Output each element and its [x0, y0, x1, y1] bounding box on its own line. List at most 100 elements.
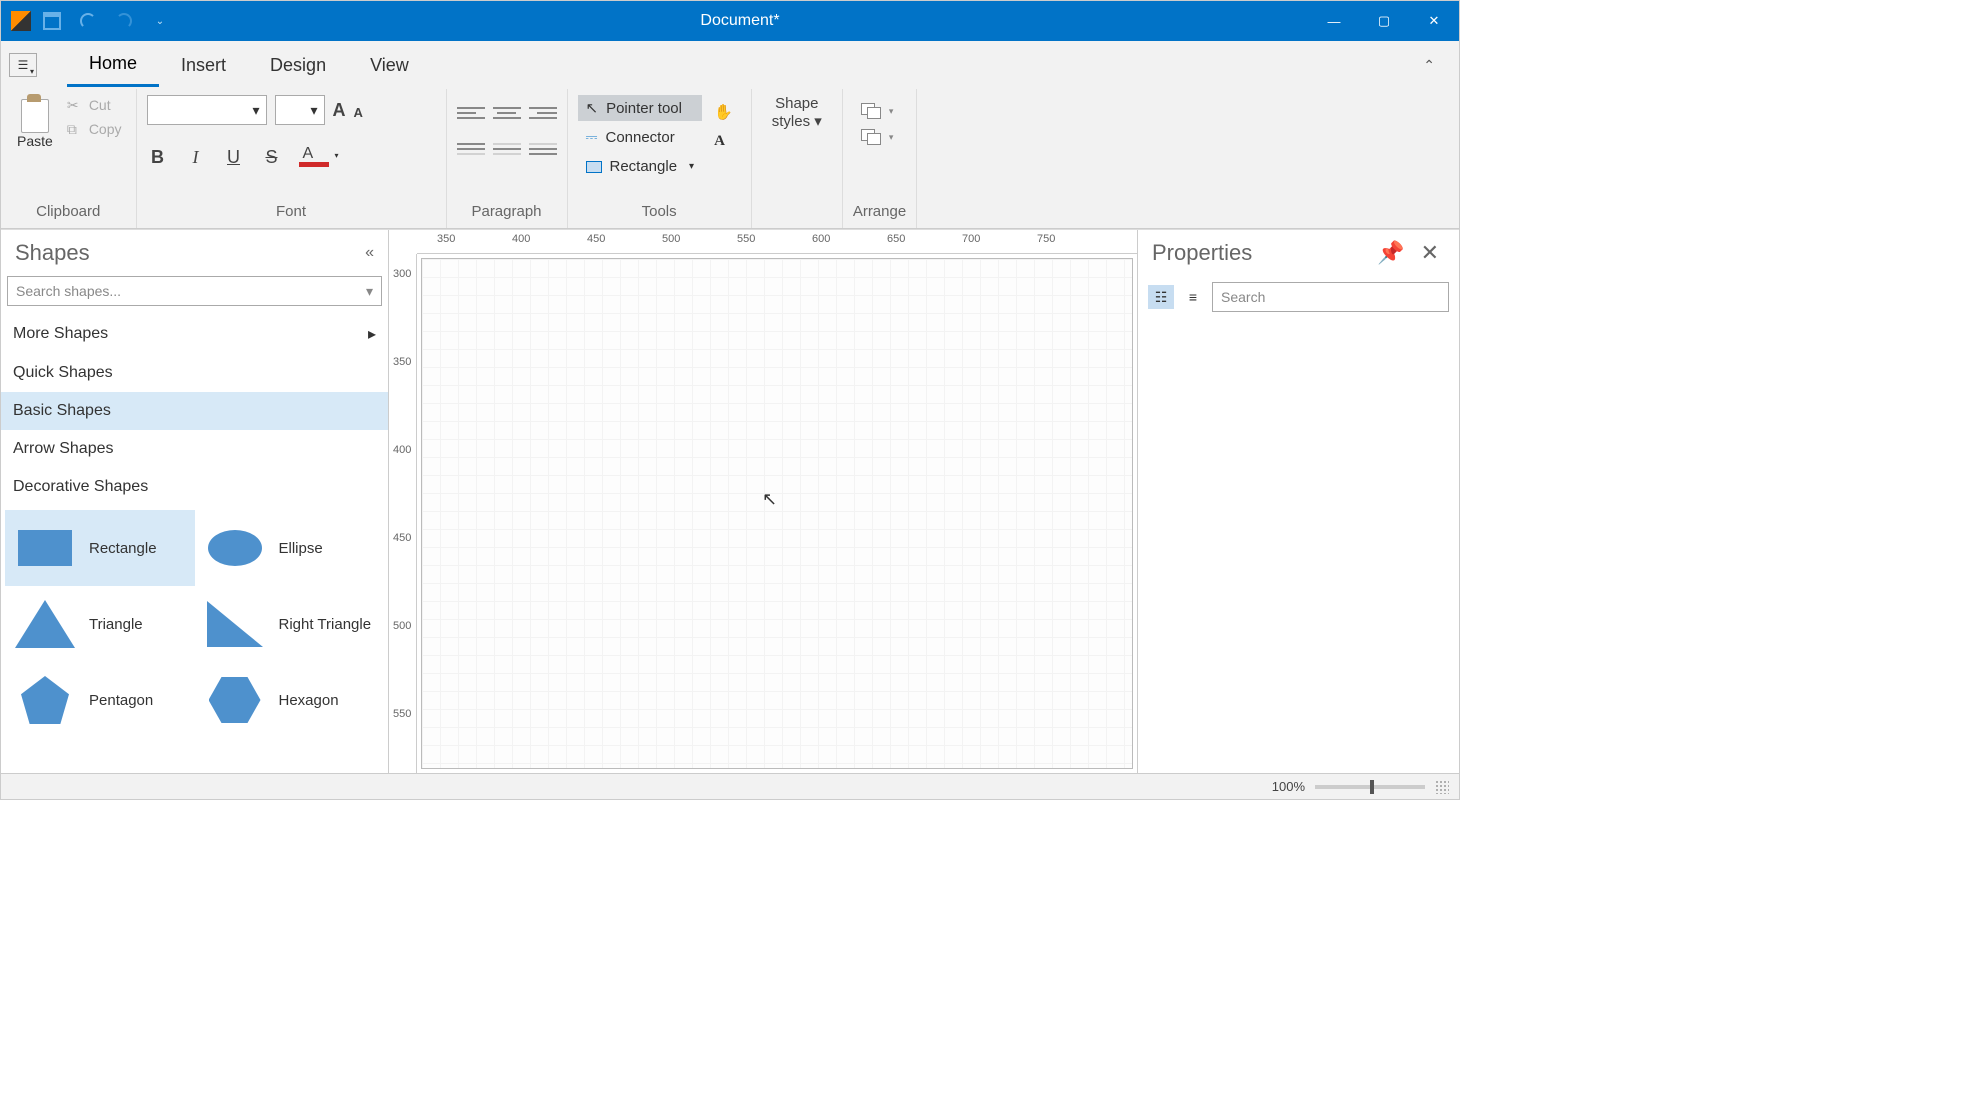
paste-button[interactable]: Paste	[11, 95, 59, 153]
rectangle-tool-button[interactable]: Rectangle▾	[578, 154, 703, 179]
undo-button[interactable]	[77, 10, 99, 32]
category-basic-shapes[interactable]: Basic Shapes	[1, 392, 388, 430]
align-right-button[interactable]	[529, 107, 557, 135]
main-area: Shapes « Search shapes...▾ More Shapes▸ …	[1, 230, 1459, 773]
category-quick-shapes[interactable]: Quick Shapes	[1, 354, 388, 392]
undo-icon	[80, 13, 96, 29]
font-family-combo[interactable]: ▾	[147, 95, 267, 125]
copy-button[interactable]: ⧉Copy	[63, 119, 126, 139]
titlebar: ⌄ Document* — ▢ ✕	[1, 1, 1459, 41]
app-window: ⌄ Document* — ▢ ✕ ☰ Home Insert Design V…	[0, 0, 1460, 800]
close-button[interactable]: ✕	[1409, 1, 1459, 41]
tab-home[interactable]: Home	[67, 43, 159, 87]
hand-icon: ✋	[714, 103, 733, 121]
canvas-area: 350400450500550600650700750 300350400450…	[389, 230, 1137, 773]
group-arrange: ▾ ▾ Arrange	[843, 89, 917, 228]
ribbon-body: Paste ✂Cut ⧉Copy Clipboard ▾ ▾ A A	[1, 89, 1459, 229]
valign-bottom-button[interactable]	[529, 143, 557, 171]
chevron-right-icon: ▸	[368, 324, 376, 344]
tab-insert[interactable]: Insert	[159, 45, 248, 86]
save-button[interactable]	[41, 10, 63, 32]
grow-font-button[interactable]: A	[333, 100, 346, 121]
font-color-button[interactable]	[299, 149, 329, 167]
shape-rectangle[interactable]: Rectangle	[5, 510, 195, 586]
align-left-button[interactable]	[457, 107, 485, 135]
group-shape-styles: Shape styles ▾	[752, 89, 843, 228]
text-icon: A	[714, 133, 725, 150]
app-logo-icon	[11, 11, 31, 31]
category-arrow-shapes[interactable]: Arrow Shapes	[1, 430, 388, 468]
copy-icon: ⧉	[67, 121, 83, 137]
file-menu-button[interactable]: ☰	[9, 53, 37, 77]
ribbon-tabs: ☰ Home Insert Design View ⌃	[1, 41, 1459, 89]
maximize-button[interactable]: ▢	[1359, 1, 1409, 41]
properties-close-button[interactable]: ✕	[1415, 240, 1445, 266]
group-label-clipboard: Clipboard	[11, 199, 126, 226]
properties-title: Properties	[1152, 240, 1252, 266]
valign-top-button[interactable]	[457, 143, 485, 171]
bring-front-button[interactable]	[861, 103, 883, 119]
category-decorative-shapes[interactable]: Decorative Shapes	[1, 468, 388, 506]
cut-button[interactable]: ✂Cut	[63, 95, 126, 115]
list-view-button[interactable]: ≡	[1180, 285, 1206, 309]
category-more-shapes[interactable]: More Shapes▸	[1, 314, 388, 354]
connector-icon: ⎓	[586, 129, 598, 146]
shape-triangle[interactable]: Triangle	[5, 586, 195, 662]
zoom-slider[interactable]	[1315, 785, 1425, 789]
valign-middle-button[interactable]	[493, 143, 521, 171]
pointer-tool-button[interactable]: ↖Pointer tool	[578, 95, 703, 121]
group-label-arrange: Arrange	[853, 199, 906, 226]
group-tools: ↖Pointer tool ⎓Connector Rectangle▾ ✋ A …	[568, 89, 752, 228]
status-bar: 100%	[1, 773, 1459, 799]
bold-button[interactable]: B	[147, 147, 169, 168]
horizontal-ruler: 350400450500550600650700750	[417, 230, 1137, 254]
connector-tool-button[interactable]: ⎓Connector	[578, 125, 703, 150]
group-label-paragraph: Paragraph	[457, 199, 557, 226]
shape-ellipse[interactable]: Ellipse	[195, 510, 385, 586]
resize-grip[interactable]	[1435, 780, 1449, 794]
send-back-button[interactable]	[861, 129, 883, 145]
pin-button[interactable]: 📌	[1367, 240, 1414, 266]
group-label-tools: Tools	[578, 199, 741, 226]
group-font: ▾ ▾ A A B I U S Font	[137, 89, 447, 228]
shape-pentagon[interactable]: Pentagon	[5, 662, 195, 738]
minimize-button[interactable]: —	[1309, 1, 1359, 41]
ribbon-collapse-button[interactable]: ⌃	[1407, 49, 1451, 82]
qat-dropdown[interactable]: ⌄	[149, 10, 171, 32]
italic-button[interactable]: I	[185, 147, 207, 168]
drawing-canvas[interactable]: ↖	[421, 258, 1133, 769]
document-title: Document*	[171, 12, 1309, 30]
paste-label: Paste	[17, 133, 53, 149]
strike-button[interactable]: S	[261, 147, 283, 168]
font-size-combo[interactable]: ▾	[275, 95, 325, 125]
text-tool-button[interactable]: A	[706, 129, 741, 154]
properties-search-input[interactable]: Search	[1212, 282, 1449, 312]
shape-right-triangle[interactable]: Right Triangle	[195, 586, 385, 662]
pointer-cursor-icon: ↖	[762, 489, 777, 510]
scissors-icon: ✂	[67, 97, 83, 113]
group-label-font: Font	[147, 199, 436, 226]
save-icon	[43, 12, 61, 30]
rectangle-icon	[586, 161, 602, 173]
categorized-view-button[interactable]: ☷	[1148, 285, 1174, 309]
shapes-collapse-button[interactable]: «	[365, 244, 374, 262]
align-center-button[interactable]	[493, 107, 521, 135]
quick-access-toolbar: ⌄	[41, 10, 171, 32]
shapes-search-input[interactable]: Search shapes...▾	[7, 276, 382, 306]
shape-hexagon[interactable]: Hexagon	[195, 662, 385, 738]
group-clipboard: Paste ✂Cut ⧉Copy Clipboard	[1, 89, 137, 228]
shrink-font-button[interactable]: A	[354, 105, 363, 120]
pan-tool-button[interactable]: ✋	[706, 99, 741, 125]
properties-panel: Properties 📌 ✕ ☷ ≡ Search	[1137, 230, 1459, 773]
underline-button[interactable]: U	[223, 147, 245, 168]
ribbon: ☰ Home Insert Design View ⌃ Paste ✂Cut ⧉…	[1, 41, 1459, 230]
shape-gallery: RectangleEllipseTriangleRight TrianglePe…	[1, 506, 388, 742]
shapes-panel: Shapes « Search shapes...▾ More Shapes▸ …	[1, 230, 389, 773]
tab-view[interactable]: View	[348, 45, 431, 86]
shape-styles-button[interactable]: Shape styles ▾	[762, 95, 832, 130]
tab-design[interactable]: Design	[248, 45, 348, 86]
redo-button[interactable]	[113, 10, 135, 32]
shapes-panel-title: Shapes	[15, 240, 90, 266]
group-paragraph: Paragraph	[447, 89, 568, 228]
pointer-icon: ↖	[586, 99, 599, 117]
